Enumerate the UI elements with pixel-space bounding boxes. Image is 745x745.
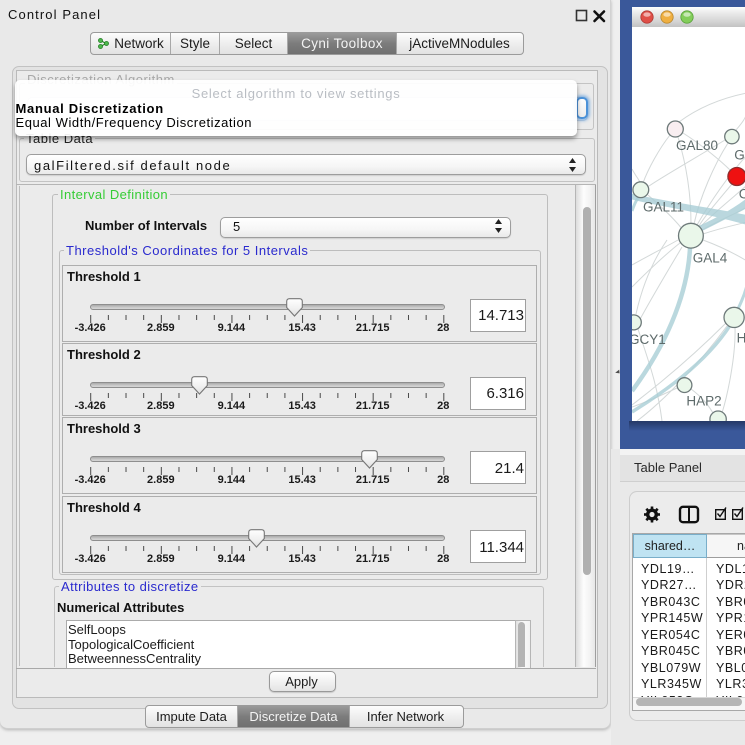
svg-text:HAP2: HAP2 bbox=[686, 394, 721, 409]
svg-text:GAL80: GAL80 bbox=[676, 138, 718, 153]
svg-text:GCY1: GCY1 bbox=[632, 332, 666, 347]
svg-text:C: C bbox=[739, 187, 745, 202]
svg-text:GAL11: GAL11 bbox=[643, 200, 684, 215]
svg-text:H: H bbox=[737, 330, 745, 345]
svg-text:GA: GA bbox=[734, 148, 745, 163]
svg-text:GAL4: GAL4 bbox=[693, 250, 728, 265]
